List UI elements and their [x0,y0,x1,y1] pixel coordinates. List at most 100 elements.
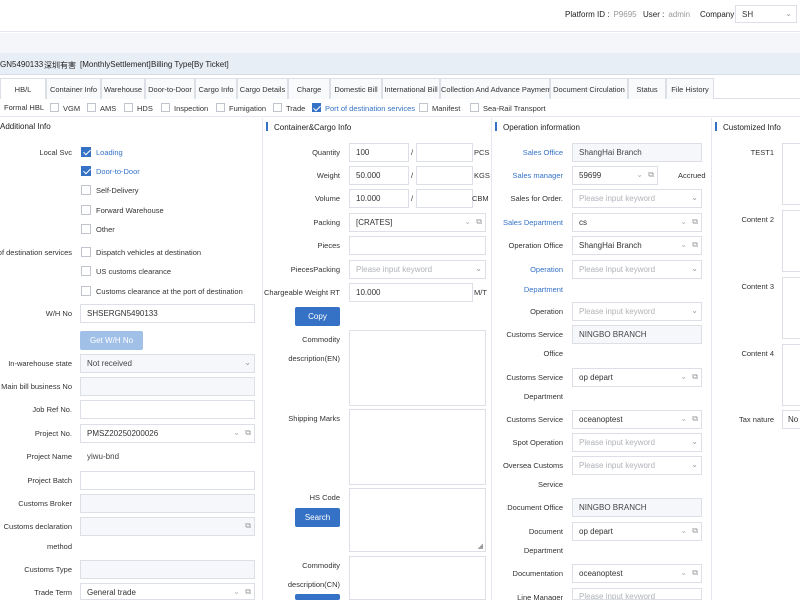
service-vgm[interactable]: VGM [50,103,80,113]
spot-operation-select[interactable]: Please input keyword ⌄ [572,433,702,452]
content2-textarea[interactable] [782,210,800,272]
tab-cargo-info[interactable]: Cargo Info [195,78,237,99]
copy-icon[interactable]: ⧉ [245,587,251,597]
checkbox-loading[interactable] [81,147,91,157]
document-dept-select[interactable]: op depart ⌄ ⧉ [572,522,702,541]
service-port-of-destination[interactable]: Port of destination services [312,103,415,113]
tab-file-history[interactable]: File History [666,78,714,99]
project-batch-input[interactable] [80,471,255,490]
shipping-marks-textarea[interactable] [349,409,486,485]
wh-no-input[interactable]: SHSERGN5490133 [80,304,255,323]
documentation-select[interactable]: oceanoptest ⌄ ⧉ [572,564,702,583]
copy-icon[interactable]: ⧉ [245,428,251,438]
service-manifest[interactable]: Manifest [419,103,460,113]
checkbox[interactable] [470,103,479,112]
tab-status[interactable]: Status [628,78,666,99]
header-spacer [0,33,800,53]
service-fumigation[interactable]: Fumigation [216,103,266,113]
customs-broker-input[interactable] [80,494,255,513]
trade-term-select[interactable]: General trade ⌄ ⧉ [80,583,255,600]
packing-select[interactable]: [CRATES] ⌄ ⧉ [349,213,486,232]
operation-select[interactable]: Please input keyword ⌄ [572,302,702,321]
customs-service-dept-select[interactable]: op depart ⌄ ⧉ [572,368,702,387]
checkbox-self-delivery[interactable] [81,185,91,195]
company-select[interactable]: SH ⌄ [735,5,797,23]
content3-textarea[interactable] [782,277,800,339]
volume-unit-input[interactable] [416,189,473,208]
pieces-packing-select[interactable]: Please input keyword ⌄ [349,260,486,279]
checkbox-forward-warehouse[interactable] [81,205,91,215]
volume-input[interactable]: 10.000 [349,189,409,208]
commodity-cn-textarea[interactable] [349,556,486,600]
service-hds[interactable]: HDS [124,103,153,113]
job-ref-input[interactable] [80,400,255,419]
copy-icon[interactable]: ⧉ [692,372,698,382]
checkbox-checked[interactable] [312,103,321,112]
checkbox-door-to-door[interactable] [81,166,91,176]
copy-icon[interactable]: ⧉ [245,521,251,531]
service-ams[interactable]: AMS [87,103,116,113]
copy-icon[interactable]: ⧉ [692,568,698,578]
sales-department-select[interactable]: cs ⌄ ⧉ [572,213,702,232]
tab-cargo-details[interactable]: Cargo Details [237,78,288,99]
line-manager-select[interactable]: Please input keyword [572,588,702,600]
quantity-unit-input[interactable] [416,143,473,162]
content4-textarea[interactable] [782,344,800,406]
oversea-customs-select[interactable]: Please input keyword ⌄ [572,456,702,475]
tab-document-circulation[interactable]: Document Circulation [550,78,628,99]
operation-department-select[interactable]: Please input keyword ⌄ [572,260,702,279]
tab-container-info[interactable]: Container Info [46,78,101,99]
checkbox[interactable] [87,103,96,112]
tab-warehouse[interactable]: Warehouse [101,78,145,99]
sales-for-order-select[interactable]: Please input keyword ⌄ [572,189,702,208]
customs-decl-select[interactable]: ⧉ [80,517,255,536]
sales-manager-select[interactable]: 59699 ⌄ ⧉ [572,166,658,185]
commodity-en-textarea[interactable] [349,330,486,406]
checkbox[interactable] [216,103,225,112]
tax-nature-select[interactable]: No [782,410,800,429]
service-trade[interactable]: Trade [273,103,305,113]
copy-icon[interactable]: ⧉ [692,526,698,536]
quantity-input[interactable]: 100 [349,143,409,162]
main-bill-input[interactable] [80,377,255,396]
checkbox-dest-customs[interactable] [81,286,91,296]
service-sea-rail[interactable]: Sea-Rail Transport [470,103,546,113]
get-wh-no-button[interactable]: Get W/H No [80,331,143,350]
checkbox[interactable] [161,103,170,112]
checkbox-us-customs[interactable] [81,266,91,276]
customs-service-select[interactable]: oceanoptest ⌄ ⧉ [572,410,702,429]
checkbox-dispatch-vehicles[interactable] [81,247,91,257]
tab-domestic-bill[interactable]: Domestic Bill [330,78,382,99]
tab-door-to-door[interactable]: Door-to-Door [145,78,195,99]
checkbox-other[interactable] [81,224,91,234]
chargeable-weight-input[interactable]: 10.000 [349,283,473,302]
copy-button[interactable]: Copy [295,307,340,326]
operation-office-select[interactable]: ShangHai Branch ⌄ ⧉ [572,236,702,255]
customs-type-input[interactable] [80,560,255,579]
checkbox[interactable] [273,103,282,112]
tab-international-bill[interactable]: International Bill [382,78,440,99]
test1-textarea[interactable] [782,143,800,205]
copy-icon[interactable]: ⧉ [648,170,654,180]
tab-collection-advance[interactable]: Collection And Advance Payment [440,78,552,99]
copy-icon[interactable]: ⧉ [476,217,482,227]
hs-code-textarea[interactable]: ◢ [349,488,486,552]
search-button[interactable]: Search [295,508,340,527]
copy-icon[interactable]: ⧉ [692,240,698,250]
service-formal-hbl[interactable]: Formal HBL [4,103,44,112]
copy-icon[interactable]: ⧉ [692,217,698,227]
checkbox[interactable] [50,103,59,112]
checkbox[interactable] [419,103,428,112]
pieces-input[interactable] [349,236,486,255]
weight-unit-input[interactable] [416,166,473,185]
tab-charge[interactable]: Charge [288,78,330,99]
checkbox[interactable] [124,103,133,112]
copy-icon[interactable]: ⧉ [692,414,698,424]
translate-button[interactable] [295,594,340,600]
service-inspection[interactable]: Inspection [161,103,208,113]
inwarehouse-select[interactable]: Not received ⌄ [80,354,255,373]
resize-handle-icon[interactable]: ◢ [478,542,483,550]
tab-hbl[interactable]: HB/L [0,78,46,99]
weight-input[interactable]: 50.000 [349,166,409,185]
project-no-select[interactable]: PMSZ20250200026 ⌄ ⧉ [80,424,255,443]
